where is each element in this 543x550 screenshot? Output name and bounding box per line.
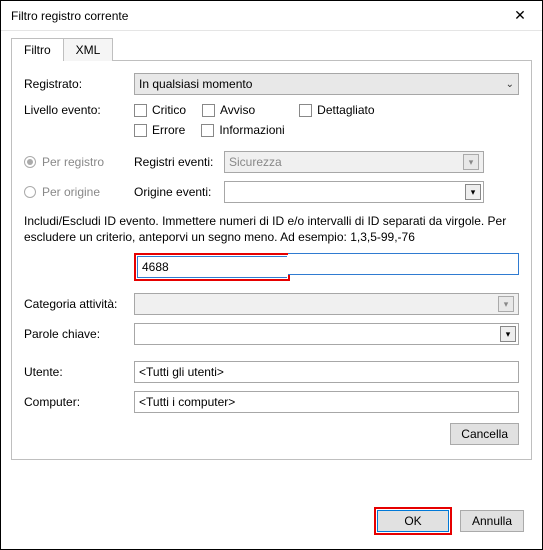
window-title: Filtro registro corrente xyxy=(11,9,128,23)
ok-button[interactable]: OK xyxy=(377,510,449,532)
checkbox-icon xyxy=(202,104,215,117)
checkbox-error[interactable]: Errore xyxy=(134,123,185,137)
label-logged: Registrato: xyxy=(24,77,134,91)
event-id-input[interactable] xyxy=(288,253,519,275)
logged-dropdown[interactable]: In qualsiasi momento ⌄ xyxy=(134,73,519,95)
radio-per-source: Per origine xyxy=(24,185,134,199)
keywords-dropdown[interactable]: ▾ xyxy=(134,323,519,345)
highlight-event-id xyxy=(134,253,290,281)
checkbox-critical[interactable]: Critico xyxy=(134,103,186,117)
chevron-down-icon: ▾ xyxy=(463,154,479,170)
label-keywords: Parole chiave: xyxy=(24,327,134,341)
highlight-ok: OK xyxy=(374,507,452,535)
checkbox-icon xyxy=(299,104,312,117)
task-category-dropdown: ▾ xyxy=(134,293,519,315)
checkbox-verbose[interactable]: Dettagliato xyxy=(299,103,374,117)
label-event-logs: Registri eventi: xyxy=(134,155,224,169)
cancel-button[interactable]: Annulla xyxy=(460,510,524,532)
event-logs-dropdown: Sicurezza ▾ xyxy=(224,151,484,173)
radio-icon xyxy=(24,186,36,198)
checkbox-warning[interactable]: Avviso xyxy=(202,103,255,117)
computer-input[interactable] xyxy=(134,391,519,413)
radio-per-log: Per registro xyxy=(24,155,134,169)
user-input[interactable] xyxy=(134,361,519,383)
clear-button[interactable]: Cancella xyxy=(450,423,519,445)
tab-filter[interactable]: Filtro xyxy=(11,38,64,61)
event-id-input-highlighted[interactable] xyxy=(137,256,287,278)
event-id-help: Includi/Escludi ID evento. Immettere num… xyxy=(24,213,519,245)
event-logs-value: Sicurezza xyxy=(229,155,282,169)
dialog-footer: OK Annulla xyxy=(374,507,524,535)
checkbox-information[interactable]: Informazioni xyxy=(201,123,284,137)
logged-value: In qualsiasi momento xyxy=(139,77,252,91)
chevron-down-icon: ⌄ xyxy=(506,79,514,90)
close-icon[interactable]: ✕ xyxy=(498,1,542,30)
titlebar: Filtro registro corrente ✕ xyxy=(1,1,542,31)
checkbox-icon xyxy=(134,124,147,137)
label-event-level: Livello evento: xyxy=(24,103,134,117)
chevron-down-icon: ▾ xyxy=(500,326,516,342)
radio-icon xyxy=(24,156,36,168)
tab-strip: Filtro XML xyxy=(11,37,532,60)
label-task-category: Categoria attività: xyxy=(24,297,134,311)
filter-panel: Registrato: In qualsiasi momento ⌄ Livel… xyxy=(11,60,532,460)
checkbox-icon xyxy=(201,124,214,137)
label-user: Utente: xyxy=(24,365,134,379)
event-sources-dropdown[interactable]: ▾ xyxy=(224,181,484,203)
chevron-down-icon: ▾ xyxy=(498,296,514,312)
label-event-sources: Origine eventi: xyxy=(134,185,224,199)
tab-xml[interactable]: XML xyxy=(63,38,114,61)
chevron-down-icon: ▾ xyxy=(465,184,481,200)
checkbox-icon xyxy=(134,104,147,117)
label-computer: Computer: xyxy=(24,395,134,409)
